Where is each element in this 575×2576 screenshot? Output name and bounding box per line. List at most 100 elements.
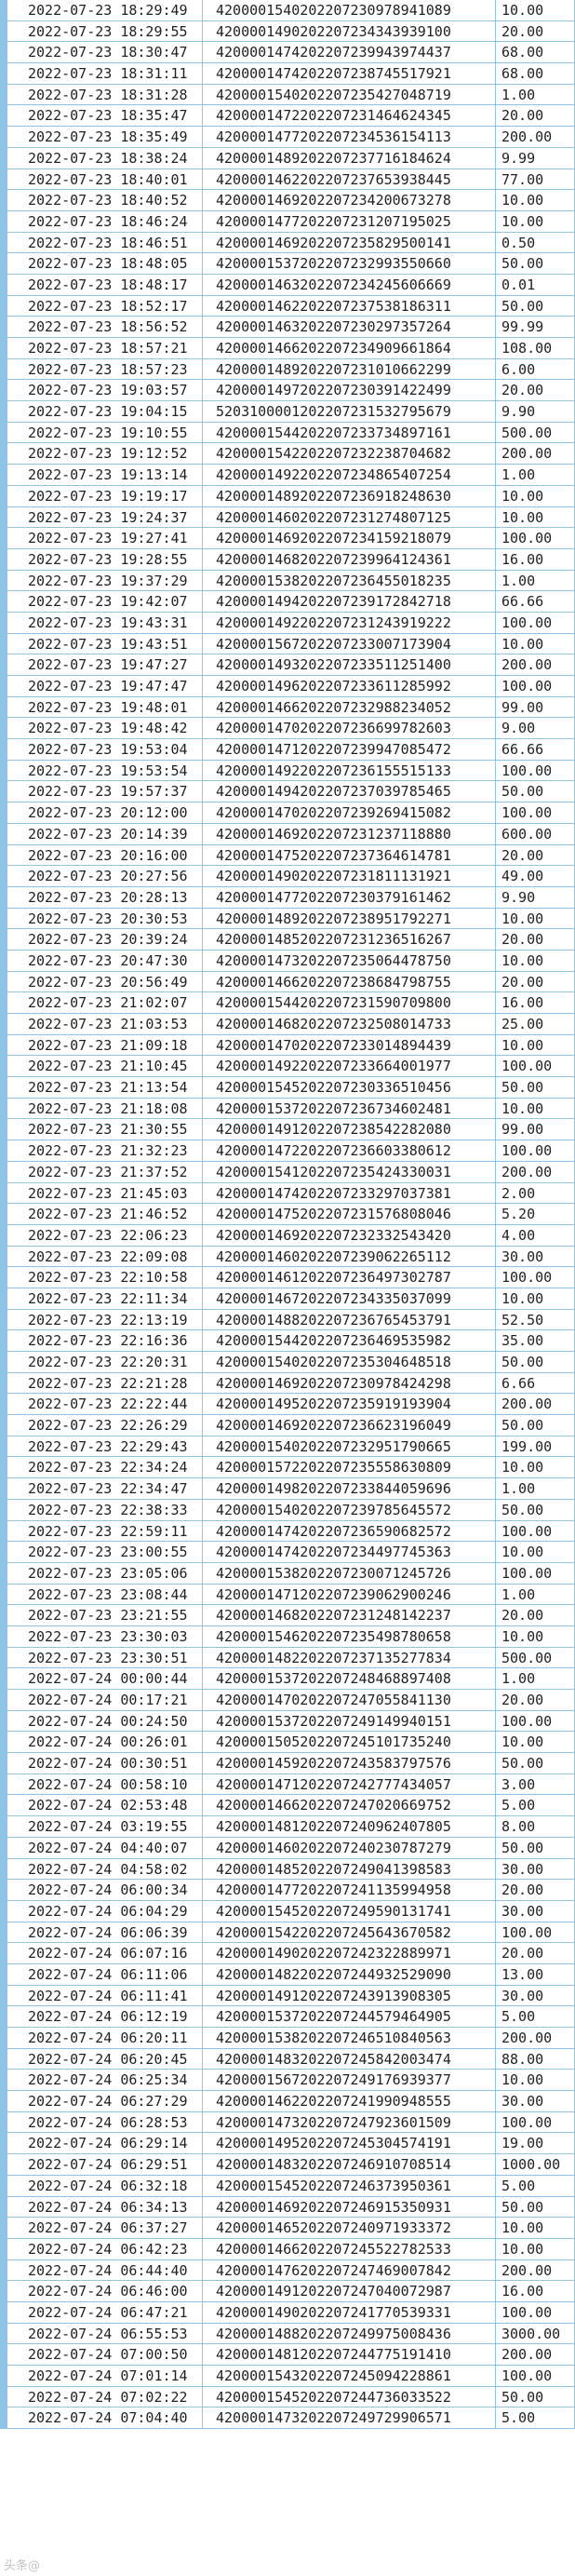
table-row: 2022-07-23 22:13:19 420000148820220723676…	[0, 1309, 575, 1331]
transaction-id-cell: 4200001468202207231248142237	[203, 1605, 496, 1626]
transaction-id-cell: 4200001537202207236734602481	[203, 1098, 496, 1120]
transaction-id-cell: 4200001470202207239269415082	[203, 802, 496, 824]
amount-cell: 6.66	[496, 1372, 575, 1395]
row-marker	[0, 1584, 7, 1606]
transaction-id-cell: 4200001537202207244579464905	[203, 2006, 496, 2028]
time-cell: 2022-07-23 19:03:57	[7, 380, 203, 402]
table-row: 2022-07-24 06:42:23 420000146620220724552…	[0, 2238, 575, 2260]
time-cell: 2022-07-23 20:16:00	[7, 844, 203, 867]
table-row: 2022-07-24 06:06:39 420000154220220724564…	[0, 1922, 575, 1944]
amount-cell: 6.00	[496, 358, 575, 381]
table-row: 2022-07-23 18:38:24 420000148920220723771…	[0, 147, 575, 169]
row-marker	[0, 1352, 7, 1373]
table-row: 2022-07-23 23:00:55 420000147420220723449…	[0, 1542, 575, 1563]
row-marker	[0, 612, 7, 634]
transaction-id-cell: 4200001492202207233664001977	[203, 1056, 496, 1078]
table-row: 2022-07-23 21:46:52 420000147520220723157…	[0, 1204, 575, 1225]
table-row: 2022-07-23 21:30:55 420000149120220723854…	[0, 1119, 575, 1141]
time-cell: 2022-07-24 07:01:14	[7, 2366, 203, 2387]
row-marker	[0, 1182, 7, 1205]
table-row: 2022-07-23 23:08:44 420000147120220723906…	[0, 1584, 575, 1606]
table-row: 2022-07-24 06:00:34 420000147720220724113…	[0, 1880, 575, 1901]
row-marker	[0, 1457, 7, 1479]
row-marker	[0, 1605, 7, 1626]
row-marker	[0, 169, 7, 191]
row-marker	[0, 1837, 7, 1859]
time-cell: 2022-07-23 18:31:28	[7, 84, 203, 106]
amount-cell: 200.00	[496, 2259, 575, 2282]
amount-cell: 20.00	[496, 929, 575, 951]
transaction-id-cell: 4200001538202207246510840563	[203, 2028, 496, 2049]
time-cell: 2022-07-24 06:11:41	[7, 1985, 203, 2007]
transaction-id-cell: 4200001477202207230379161462	[203, 886, 496, 909]
time-cell: 2022-07-23 20:56:49	[7, 971, 203, 993]
time-cell: 2022-07-24 00:17:21	[7, 1690, 203, 1711]
row-marker	[0, 1309, 7, 1331]
row-marker	[0, 1922, 7, 1944]
row-marker	[0, 802, 7, 824]
time-cell: 2022-07-23 22:34:47	[7, 1478, 203, 1500]
transaction-id-cell: 4200001489202207237716184624	[203, 147, 496, 169]
time-cell: 2022-07-24 00:30:51	[7, 1753, 203, 1774]
table-row: 2022-07-24 06:11:06 420000148220220724493…	[0, 1963, 575, 1986]
time-cell: 2022-07-23 20:12:00	[7, 802, 203, 824]
amount-cell: 10.00	[496, 633, 575, 655]
table-row: 2022-07-23 21:37:52 420000154120220723542…	[0, 1161, 575, 1183]
row-marker	[0, 2407, 7, 2430]
amount-cell: 99.99	[496, 317, 575, 338]
table-row: 2022-07-24 06:12:19 420000153720220724457…	[0, 2006, 575, 2028]
row-marker	[0, 2301, 7, 2324]
time-cell: 2022-07-24 04:58:02	[7, 1858, 203, 1881]
transaction-id-cell: 4200001485202207249041398583	[203, 1858, 496, 1881]
transaction-id-cell: 4200001469202207234159218079	[203, 528, 496, 549]
time-cell: 2022-07-24 06:20:45	[7, 2048, 203, 2070]
row-marker	[0, 84, 7, 106]
time-cell: 2022-07-23 21:18:08	[7, 1098, 203, 1120]
transaction-id-cell: 4200001494202207237039785465	[203, 781, 496, 803]
transaction-id-cell: 4200001473202207247923601509	[203, 2111, 496, 2134]
transaction-id-cell: 4200001466202207238684798755	[203, 971, 496, 993]
table-row: 2022-07-23 22:10:58 420000146120220723649…	[0, 1267, 575, 1288]
table-row: 2022-07-23 21:10:45 420000149220220723366…	[0, 1056, 575, 1078]
transaction-id-cell: 4200001490202207234343939100	[203, 20, 496, 43]
time-cell: 2022-07-23 18:56:52	[7, 317, 203, 338]
row-marker	[0, 2259, 7, 2282]
amount-cell: 200.00	[496, 2028, 575, 2049]
time-cell: 2022-07-24 03:19:55	[7, 1816, 203, 1838]
time-cell: 2022-07-24 00:58:10	[7, 1774, 203, 1796]
time-cell: 2022-07-23 18:57:23	[7, 358, 203, 381]
time-cell: 2022-07-23 23:00:55	[7, 1542, 203, 1563]
table-row: 2022-07-23 21:09:18 420000147020220723301…	[0, 1034, 575, 1057]
transaction-id-cell: 4200001466202207245522782533	[203, 2238, 496, 2260]
transaction-id-cell: 4200001497202207230391422499	[203, 380, 496, 402]
time-cell: 2022-07-24 06:00:34	[7, 1880, 203, 1901]
table-row: 2022-07-23 19:53:04 420000147120220723994…	[0, 739, 575, 761]
transaction-id-cell: 4200001460202207240230787279	[203, 1837, 496, 1859]
row-marker	[0, 295, 7, 317]
time-cell: 2022-07-24 06:11:06	[7, 1963, 203, 1986]
amount-cell: 5.00	[496, 2407, 575, 2430]
time-cell: 2022-07-23 22:11:34	[7, 1288, 203, 1310]
table-row: 2022-07-24 00:30:51 420000145920220724358…	[0, 1753, 575, 1774]
time-cell: 2022-07-24 04:40:07	[7, 1837, 203, 1859]
amount-cell: 10.00	[496, 190, 575, 211]
amount-cell: 100.00	[496, 1562, 575, 1585]
transaction-id-cell: 4200001545202207244736033522	[203, 2386, 496, 2408]
table-row: 2022-07-23 18:31:28 420000154020220723542…	[0, 84, 575, 106]
amount-cell: 50.00	[496, 781, 575, 803]
table-row: 2022-07-23 22:29:43 420000154020220723295…	[0, 1436, 575, 1458]
amount-cell: 20.00	[496, 380, 575, 402]
table-row: 2022-07-23 19:57:37 420000149420220723703…	[0, 781, 575, 803]
time-cell: 2022-07-24 00:26:01	[7, 1732, 203, 1754]
amount-cell: 50.00	[496, 1352, 575, 1373]
amount-cell: 20.00	[496, 20, 575, 43]
table-row: 2022-07-24 06:04:29 420000154520220724959…	[0, 1900, 575, 1922]
amount-cell: 100.00	[496, 2366, 575, 2387]
row-marker	[0, 1098, 7, 1120]
table-row: 2022-07-23 19:03:57 420000149720220723039…	[0, 380, 575, 402]
transaction-id-cell: 4200001475202207231576808046	[203, 1204, 496, 1225]
row-marker	[0, 317, 7, 338]
amount-cell: 10.00	[496, 485, 575, 507]
time-cell: 2022-07-23 19:28:55	[7, 548, 203, 571]
transaction-id-cell: 4200001462202207241990948555	[203, 2091, 496, 2112]
